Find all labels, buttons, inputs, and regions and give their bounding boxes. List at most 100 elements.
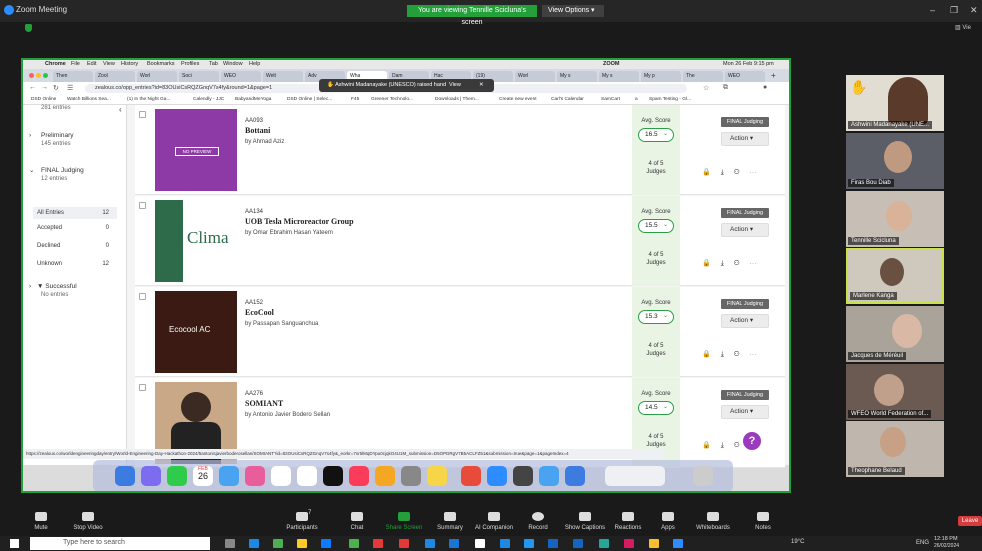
shield-app-icon[interactable]: [273, 539, 283, 548]
weather-text[interactable]: 19°C: [791, 539, 804, 545]
entry-checkbox[interactable]: [139, 384, 146, 391]
entry-thumbnail[interactable]: Ecocool AC: [155, 291, 237, 373]
lock-icon[interactable]: 🔒: [702, 351, 721, 358]
chrome-icon[interactable]: [461, 466, 481, 486]
download-icon[interactable]: ⤓: [721, 169, 734, 176]
view-button[interactable]: ▥ Vie: [955, 24, 971, 31]
more-icon[interactable]: ⋯: [749, 351, 766, 358]
taskbar-date[interactable]: 26/02/2024: [934, 543, 959, 549]
view-options-button[interactable]: View Options ▾: [542, 5, 604, 17]
lock-icon[interactable]: 🔒: [702, 442, 721, 449]
entry-checkbox[interactable]: [139, 293, 146, 300]
browser-tab[interactable]: Soci: [179, 71, 219, 82]
filter-declined[interactable]: Declined 0: [33, 243, 117, 249]
entry-checkbox[interactable]: [139, 111, 146, 118]
bookmark-item[interactable]: F45: [351, 97, 359, 102]
stop-video-button[interactable]: Stop Video: [60, 512, 116, 531]
notes-button[interactable]: Notes: [735, 512, 791, 531]
action-button[interactable]: Action ▾: [721, 314, 769, 328]
trash-icon[interactable]: [693, 466, 713, 486]
bookmark-item[interactable]: Carl's Calendar: [551, 97, 584, 102]
sidebar-successful[interactable]: ▼ Successful: [37, 283, 77, 290]
chrome-taskbar-icon[interactable]: [349, 539, 359, 548]
extensions-icon[interactable]: ⧉: [723, 84, 728, 92]
reminders-icon[interactable]: [271, 466, 291, 486]
downloads-stack-icon[interactable]: [605, 466, 665, 486]
menu-window[interactable]: Window: [223, 61, 243, 67]
keynote-icon[interactable]: [375, 466, 395, 486]
judges-icon[interactable]: ⚇: [734, 351, 750, 358]
zoom-dot-icon[interactable]: [43, 73, 48, 78]
participant-video-active-speaker[interactable]: Marlene Kanga: [846, 248, 944, 304]
file-explorer-icon[interactable]: [297, 539, 307, 548]
minimize-button[interactable]: –: [930, 5, 935, 15]
zoom-dock-icon[interactable]: [487, 466, 507, 486]
windows-start-icon[interactable]: [10, 539, 19, 548]
more-icon[interactable]: ⋯: [749, 260, 766, 267]
action-button[interactable]: Action ▾: [721, 132, 769, 146]
score-dropdown[interactable]: 15.3 ⌄: [638, 310, 674, 324]
calendar-icon[interactable]: FEB 26: [193, 466, 213, 486]
notes-icon[interactable]: [297, 466, 317, 486]
action-button[interactable]: Action ▾: [721, 405, 769, 419]
taskbar-time[interactable]: 12:18 PM: [934, 536, 958, 542]
participants-button[interactable]: Participants 7: [274, 510, 330, 531]
safari-icon[interactable]: [565, 466, 585, 486]
calculator-icon[interactable]: [513, 466, 533, 486]
entry-row[interactable]: Ecocool AC AA152 EcoCool by Passapan San…: [135, 287, 785, 377]
browser-tab[interactable]: WEO: [221, 71, 261, 82]
photo-booth-icon[interactable]: [245, 466, 265, 486]
app-d-icon[interactable]: [624, 539, 634, 548]
preview-icon[interactable]: [539, 466, 559, 486]
bookmark-item[interactable]: Greener Technolo...: [371, 97, 413, 102]
bookmark-item[interactable]: Spam Testing - Gl...: [649, 97, 691, 102]
bookmark-item[interactable]: a: [635, 97, 638, 102]
bookmark-item[interactable]: SamCart: [601, 97, 620, 102]
leave-button[interactable]: Leave: [958, 516, 982, 526]
launchpad-icon[interactable]: [141, 466, 161, 486]
app-yellow-icon[interactable]: [649, 539, 659, 548]
bookmark-item[interactable]: Create new event: [499, 97, 537, 102]
entry-thumbnail[interactable]: NO PREVIEW: [155, 109, 237, 191]
bookmark-item[interactable]: Watch Billions Sea...: [67, 97, 111, 102]
outlook-icon[interactable]: [249, 539, 259, 548]
app-s-icon[interactable]: [573, 539, 583, 548]
help-button[interactable]: ?: [741, 430, 763, 452]
menu-tab[interactable]: Tab: [209, 61, 218, 67]
menu-bookmarks[interactable]: Bookmarks: [147, 61, 175, 67]
new-tab-icon[interactable]: +: [771, 71, 776, 80]
lock-icon[interactable]: 🔒: [702, 169, 721, 176]
participant-video[interactable]: Theophane Belaud: [846, 421, 944, 477]
pencil-app-icon[interactable]: [427, 466, 447, 486]
download-icon[interactable]: ⤓: [721, 351, 734, 358]
reload-icon[interactable]: ↻: [53, 84, 59, 92]
browser-tab[interactable]: Then: [53, 71, 93, 82]
browser-tab[interactable]: The: [683, 71, 723, 82]
bookmark-item[interactable]: DSD Online: [31, 97, 56, 102]
entry-row[interactable]: NO PREVIEW AA093 Bottani by Ahmad Aziz A…: [135, 105, 785, 195]
download-icon[interactable]: ⤓: [721, 442, 734, 449]
language-indicator[interactable]: ENG: [916, 540, 929, 546]
participant-video[interactable]: ✋ Ashwini Madanayake (UNE...: [846, 75, 944, 131]
notepad-icon[interactable]: [475, 539, 485, 548]
participant-video[interactable]: Tennille Scicluna: [846, 191, 944, 247]
menu-chrome[interactable]: Chrome: [45, 61, 66, 67]
app-a-icon[interactable]: [449, 539, 459, 548]
messages-icon[interactable]: [167, 466, 187, 486]
acrobat-icon[interactable]: [373, 539, 383, 548]
app-teal-icon[interactable]: [599, 539, 609, 548]
sidebar-round-preliminary[interactable]: Preliminary: [41, 132, 74, 139]
site-settings-icon[interactable]: ☰: [67, 84, 73, 92]
back-icon[interactable]: ←: [29, 84, 36, 91]
zoom-menu-item[interactable]: ZOOM: [603, 61, 620, 67]
lock-icon[interactable]: 🔒: [702, 260, 721, 267]
taskbar-search-input[interactable]: Type here to search: [30, 537, 210, 550]
browser-tab[interactable]: Worl: [515, 71, 555, 82]
bookmark-item[interactable]: DSD Online | Selec...: [287, 97, 332, 102]
settings-icon[interactable]: [401, 466, 421, 486]
maximize-button[interactable]: ❐: [950, 5, 958, 16]
task-view-icon[interactable]: [225, 539, 235, 548]
menu-file[interactable]: File: [71, 61, 80, 67]
raised-hand-close-icon[interactable]: ✕: [479, 79, 484, 92]
judges-icon[interactable]: ⚇: [734, 260, 750, 267]
